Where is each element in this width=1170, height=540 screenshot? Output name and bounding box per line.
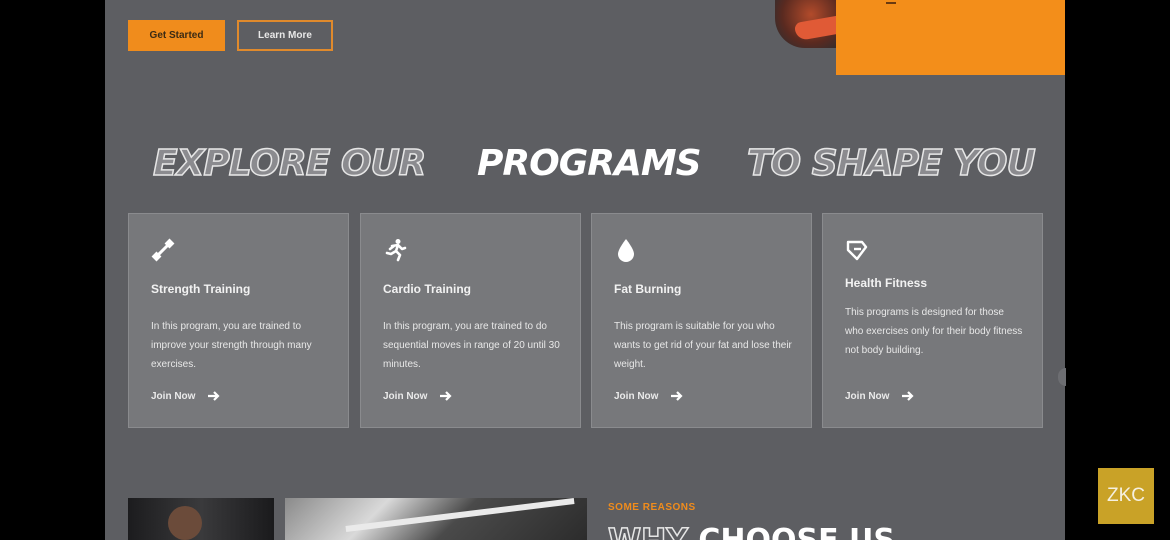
join-now-link[interactable]: Join Now bbox=[845, 389, 915, 403]
arrow-right-icon bbox=[671, 391, 684, 401]
cardio-runner-icon bbox=[385, 239, 407, 262]
landing-page: Get Started Learn More EXPLORE OUR PROGR… bbox=[105, 0, 1065, 540]
arrow-right-icon bbox=[208, 391, 221, 401]
hero-orange-panel bbox=[836, 0, 1065, 75]
program-card-fat-burning: Fat Burning This program is suitable for… bbox=[591, 213, 812, 428]
arrow-right-icon bbox=[902, 391, 915, 401]
heading-to-shape-you: TO SHAPE YOU bbox=[746, 142, 1036, 185]
learn-more-button[interactable]: Learn More bbox=[237, 20, 333, 51]
program-description: In this program, you are trained to do s… bbox=[383, 321, 560, 370]
why-heading-solid: CHOOSE US bbox=[698, 523, 895, 540]
join-now-label: Join Now bbox=[845, 390, 890, 402]
zkc-watermark-logo: ZKC bbox=[1098, 468, 1154, 524]
reasons-image-gym bbox=[285, 498, 587, 540]
get-started-button[interactable]: Get Started bbox=[128, 20, 225, 51]
program-card-strength: Strength Training In this program, you a… bbox=[128, 213, 349, 428]
why-heading-outline: WHY bbox=[607, 522, 688, 540]
carousel-next-handle[interactable] bbox=[1058, 368, 1066, 386]
why-choose-us-heading: WHY CHOOSE US bbox=[607, 522, 895, 540]
program-title: Cardio Training bbox=[383, 282, 472, 296]
program-card-health-fitness: Health Fitness This programs is designed… bbox=[822, 213, 1043, 428]
arrow-right-icon bbox=[440, 391, 453, 401]
reasons-image-trainer bbox=[128, 498, 274, 540]
heading-explore-our: EXPLORE OUR bbox=[152, 142, 427, 185]
programs-heading: EXPLORE OUR PROGRAMS TO SHAPE YOU bbox=[105, 142, 1065, 193]
program-description: In this program, you are trained to impr… bbox=[151, 321, 312, 370]
program-card-cardio: Cardio Training In this program, you are… bbox=[360, 213, 581, 428]
program-title: Strength Training bbox=[151, 282, 251, 296]
health-fitness-icon bbox=[846, 240, 868, 261]
strength-icon bbox=[151, 238, 175, 262]
join-now-label: Join Now bbox=[151, 390, 196, 402]
join-now-link[interactable]: Join Now bbox=[151, 389, 221, 403]
join-now-label: Join Now bbox=[614, 390, 659, 402]
join-now-label: Join Now bbox=[383, 390, 428, 402]
program-description: This program is suitable for you who wan… bbox=[614, 321, 792, 370]
program-title: Health Fitness bbox=[845, 276, 928, 290]
program-title: Fat Burning bbox=[614, 282, 682, 296]
program-description: This programs is designed for those who … bbox=[845, 307, 1023, 356]
heading-programs: PROGRAMS bbox=[477, 143, 702, 184]
join-now-link[interactable]: Join Now bbox=[614, 389, 684, 403]
fat-burning-drop-icon bbox=[618, 239, 634, 262]
join-now-link[interactable]: Join Now bbox=[383, 389, 453, 403]
reasons-eyebrow: SOME REASONS bbox=[608, 502, 696, 513]
